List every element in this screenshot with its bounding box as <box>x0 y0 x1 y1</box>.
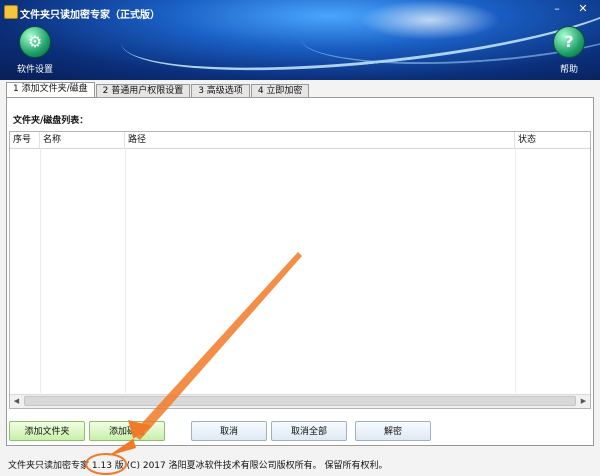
app-icon <box>4 5 18 19</box>
scroll-left-icon[interactable]: ◀ <box>10 395 23 408</box>
tab-add-folder[interactable]: 1 添加文件夹/磁盘 <box>6 82 95 98</box>
list-label: 文件夹/磁盘列表： <box>13 116 89 126</box>
product-name: 文件夹只读加密专家 <box>8 461 90 471</box>
folder-list[interactable]: 序号 名称 路径 状态 ◀ ▶ <box>9 131 591 409</box>
add-disk-button[interactable]: 添加磁盘 <box>89 421 165 441</box>
title-bar: 文件夹只读加密专家（正式版） – ✕ ⚙ 软件设置 ? 帮助 <box>0 0 600 80</box>
add-folder-button[interactable]: 添加文件夹 <box>9 421 85 441</box>
scroll-right-icon[interactable]: ▶ <box>577 395 590 408</box>
gear-icon: ⚙ <box>19 26 51 58</box>
column-header-name[interactable]: 名称 <box>40 132 125 148</box>
tab-encrypt-now[interactable]: 4 立即加密 <box>250 84 310 98</box>
tab-panel: 文件夹/磁盘列表： 序号 名称 路径 状态 ◀ ▶ 添加文件夹 添加磁盘 取消 … <box>6 97 594 446</box>
column-divider <box>515 148 516 393</box>
tab-user-permissions[interactable]: 2 普通用户权限设置 <box>95 84 191 98</box>
horizontal-scrollbar[interactable]: ◀ ▶ <box>10 394 590 408</box>
minimize-icon[interactable]: – <box>544 2 570 18</box>
window-controls: – ✕ <box>544 2 596 18</box>
window-title: 文件夹只读加密专家（正式版） <box>20 10 160 21</box>
column-divider <box>40 148 41 393</box>
decrypt-button[interactable]: 解密 <box>355 421 431 441</box>
version-label: 1.13 版 <box>91 461 124 471</box>
cancel-all-button[interactable]: 取消全部 <box>271 421 347 441</box>
help-icon: ? <box>553 26 585 58</box>
status-bar: 文件夹只读加密专家 1.13 版 (C) 2017 洛阳夏冰软件技术有限公司版权… <box>8 458 387 471</box>
help-button[interactable]: ? 帮助 <box>544 26 594 75</box>
close-icon[interactable]: ✕ <box>570 2 596 18</box>
list-header: 序号 名称 路径 状态 <box>10 132 590 149</box>
scrollbar-thumb[interactable] <box>24 396 576 406</box>
settings-button[interactable]: ⚙ 软件设置 <box>10 26 60 75</box>
cancel-button[interactable]: 取消 <box>191 421 267 441</box>
column-header-path[interactable]: 路径 <box>125 132 515 148</box>
tab-strip: 1 添加文件夹/磁盘 2 普通用户权限设置 3 高级选项 4 立即加密 <box>6 82 310 98</box>
column-divider <box>125 148 126 393</box>
settings-label: 软件设置 <box>16 65 53 75</box>
tab-advanced-options[interactable]: 3 高级选项 <box>191 84 250 98</box>
help-label: 帮助 <box>559 65 578 75</box>
copyright-text: (C) 2017 洛阳夏冰软件技术有限公司版权所有。 保留所有权利。 <box>126 461 388 471</box>
column-header-status[interactable]: 状态 <box>515 132 590 148</box>
column-header-seq[interactable]: 序号 <box>10 132 40 148</box>
